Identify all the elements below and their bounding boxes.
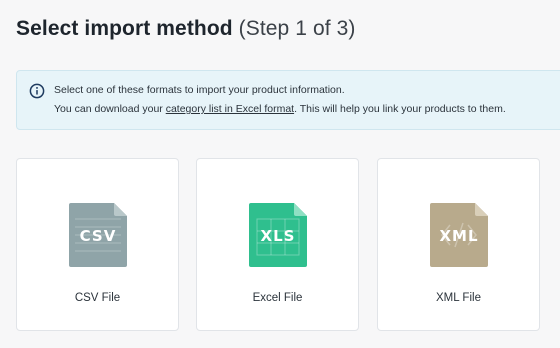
csv-badge-text: CSV (79, 227, 117, 245)
step-indicator: (Step 1 of 3) (238, 17, 356, 40)
info-text-prefix: You can download your (54, 103, 166, 115)
xml-badge-text: XML (439, 227, 479, 245)
info-circle-icon (29, 83, 45, 99)
info-text-line-2: You can download your category list in E… (54, 102, 506, 116)
excel-file-icon: XLS (249, 203, 307, 267)
page-title: Select import method (Step 1 of 3) (16, 14, 356, 44)
csv-card-label: CSV File (74, 292, 121, 304)
info-banner: Select one of these formats to import yo… (16, 70, 560, 130)
xml-file-icon: XML (430, 203, 488, 267)
xml-import-card[interactable]: XML XML File (377, 158, 540, 331)
xls-badge-text: XLS (260, 227, 296, 245)
info-text-suffix: . This will help you link your products … (294, 103, 506, 115)
csv-file-icon: CSV (69, 203, 127, 267)
page-title-main: Select import method (16, 17, 233, 40)
csv-import-card[interactable]: CSV CSV File (16, 158, 179, 331)
excel-import-card[interactable]: XLS Excel File (196, 158, 359, 331)
xml-card-label: XML File (436, 292, 481, 304)
excel-card-label: Excel File (252, 292, 303, 304)
info-text-line-1: Select one of these formats to import yo… (54, 84, 345, 96)
category-list-excel-link[interactable]: category list in Excel format (166, 103, 294, 115)
